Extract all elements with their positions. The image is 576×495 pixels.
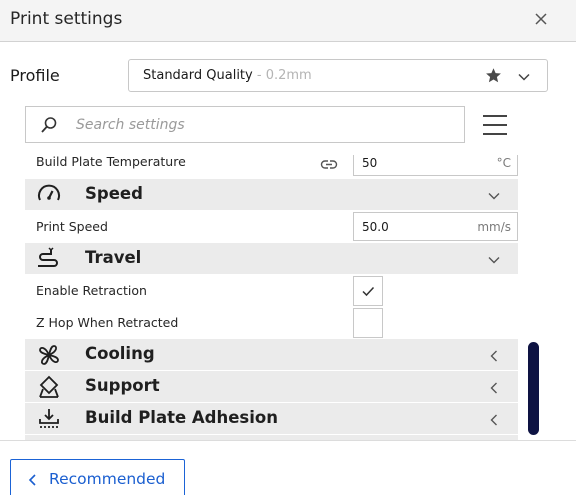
chevron-left-icon (487, 348, 501, 362)
search-icon (40, 116, 58, 134)
chevron-left-icon (27, 472, 39, 486)
category-support[interactable]: Support (25, 371, 518, 402)
profile-name: Standard Quality (143, 68, 253, 83)
chevron-left-icon (487, 412, 501, 426)
profile-label: Profile (10, 66, 60, 85)
search-box[interactable] (25, 106, 465, 143)
category-partial[interactable] (25, 435, 518, 440)
profile-selected-value: Standard Quality - 0.2mm (143, 68, 312, 83)
close-icon[interactable] (532, 10, 550, 28)
window-title: Print settings (10, 9, 123, 29)
build-plate-temp-unit: °C (496, 156, 511, 170)
category-icon (37, 439, 61, 440)
fan-icon (37, 343, 61, 367)
category-travel[interactable]: Travel (25, 243, 518, 274)
checkmark-icon (362, 286, 375, 297)
settings-list[interactable]: Build Plate Temperature 50 °C Speed Prin… (0, 155, 576, 441)
travel-path-icon (37, 247, 61, 271)
print-speed-field[interactable]: 50.0 mm/s (353, 212, 518, 241)
print-speed-value: 50.0 (362, 220, 389, 234)
recommended-button[interactable]: Recommended (10, 459, 185, 495)
support-icon (37, 375, 61, 399)
chevron-down-icon[interactable] (517, 69, 531, 83)
category-support-label: Support (85, 376, 160, 395)
category-cooling[interactable]: Cooling (25, 339, 518, 370)
build-plate-temp-field[interactable]: 50 °C (353, 155, 518, 176)
star-icon[interactable] (485, 67, 502, 84)
enable-retraction-label: Enable Retraction (36, 283, 147, 298)
window-header: Print settings (0, 0, 576, 42)
search-input[interactable] (76, 114, 446, 136)
print-speed-unit: mm/s (477, 220, 511, 234)
category-build-plate-adhesion-label: Build Plate Adhesion (85, 408, 278, 427)
category-speed[interactable]: Speed (25, 179, 518, 210)
build-plate-temp-value: 50 (362, 156, 378, 170)
z-hop-checkbox[interactable] (353, 308, 383, 338)
recommended-label: Recommended (49, 470, 166, 488)
category-build-plate-adhesion[interactable]: Build Plate Adhesion (25, 403, 518, 434)
profile-layer-height: - 0.2mm (252, 68, 312, 83)
build-plate-temp-label: Build Plate Temperature (36, 155, 186, 169)
category-cooling-label: Cooling (85, 344, 155, 363)
chevron-down-icon (487, 188, 501, 202)
profile-dropdown[interactable]: Standard Quality - 0.2mm (128, 59, 548, 92)
enable-retraction-checkbox[interactable] (353, 276, 383, 306)
hamburger-menu-icon[interactable] (482, 113, 508, 137)
speedometer-icon (37, 183, 61, 207)
link-icon[interactable] (320, 156, 338, 172)
print-speed-label: Print Speed (36, 219, 108, 234)
z-hop-label: Z Hop When Retracted (36, 315, 179, 330)
adhesion-icon (37, 407, 61, 431)
category-travel-label: Travel (85, 248, 142, 267)
scrollbar-thumb[interactable] (528, 342, 539, 435)
category-speed-label: Speed (85, 184, 143, 203)
chevron-left-icon (487, 380, 501, 394)
chevron-down-icon (487, 252, 501, 266)
